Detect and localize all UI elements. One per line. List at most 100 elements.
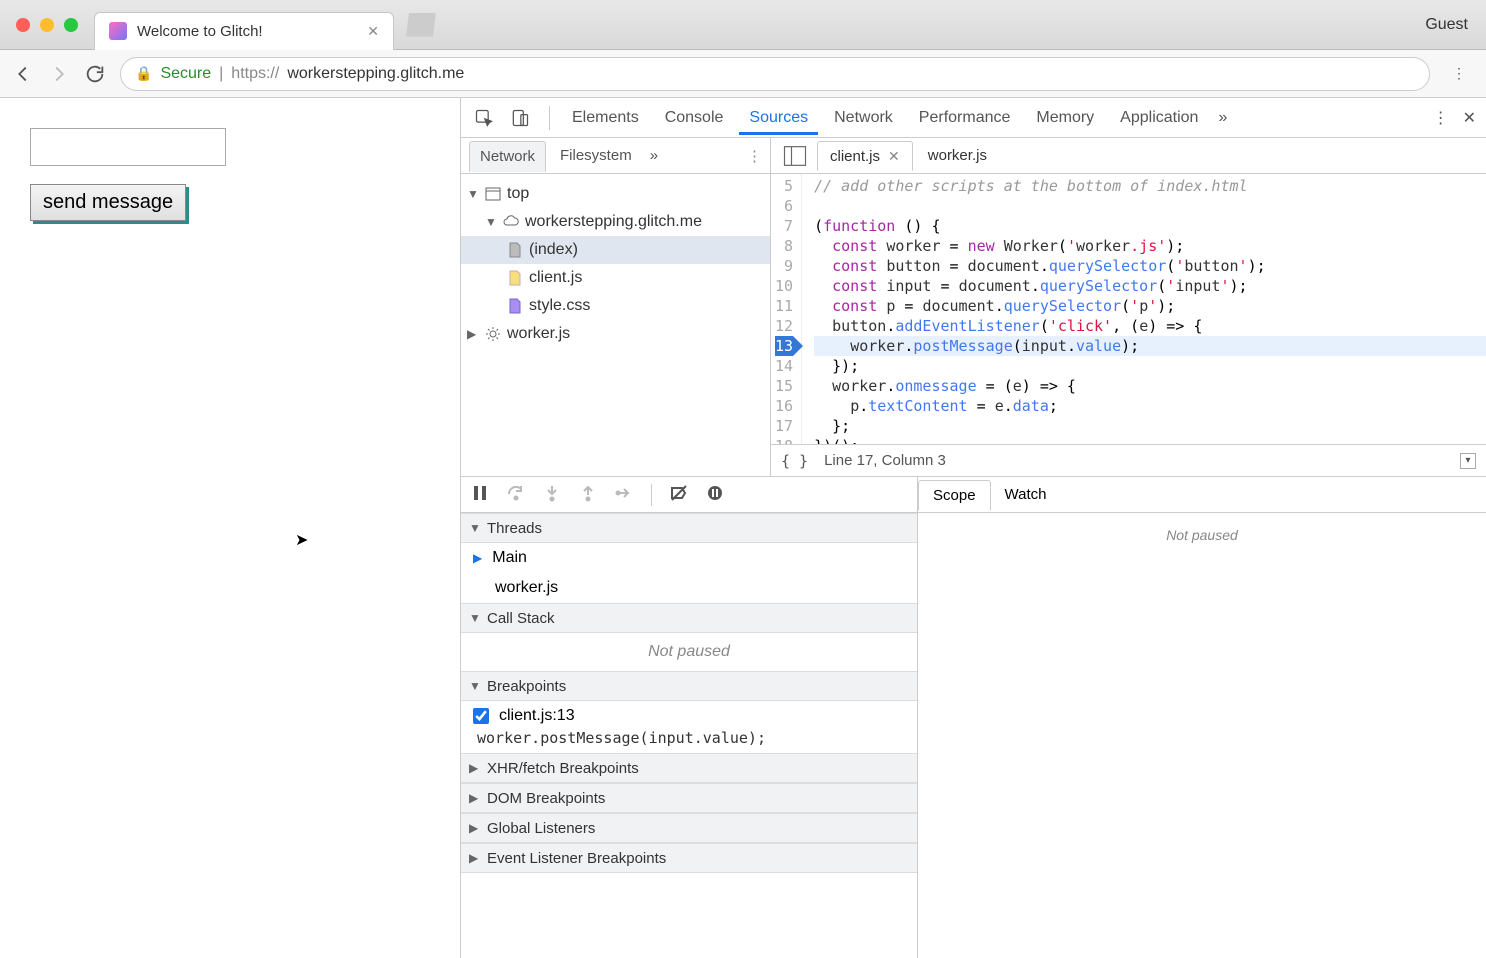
coverage-icon[interactable]: ▾: [1460, 453, 1476, 469]
sources-upper: Network Filesystem » ⋮ top workersteppin…: [461, 138, 1486, 476]
tab-console[interactable]: Console: [655, 101, 734, 135]
url-protocol: https://: [231, 65, 279, 83]
section-callstack[interactable]: Call Stack: [461, 603, 917, 633]
editor-tab-workerjs[interactable]: worker.js: [915, 141, 1000, 171]
page-viewport: send message ➤: [0, 98, 460, 958]
more-tabs-icon[interactable]: »: [1218, 109, 1227, 127]
section-xhr-breakpoints[interactable]: XHR/fetch Breakpoints: [461, 753, 917, 783]
tree-file-stylecss[interactable]: style.css: [461, 292, 770, 320]
favicon-icon: [109, 22, 127, 40]
thread-worker[interactable]: worker.js: [461, 573, 917, 603]
send-message-button[interactable]: send message: [30, 184, 186, 221]
step-over-icon[interactable]: [507, 484, 525, 505]
step-icon[interactable]: [615, 484, 633, 505]
breakpoint-checkbox[interactable]: [473, 708, 489, 724]
close-window-icon[interactable]: [16, 18, 30, 32]
scope-status: Not paused: [918, 513, 1486, 958]
code-editor[interactable]: 56789101112131415161718 // add other scr…: [771, 174, 1486, 444]
close-tab-icon[interactable]: ✕: [367, 23, 379, 40]
tree-file-clientjs[interactable]: client.js: [461, 264, 770, 292]
message-input[interactable]: [30, 128, 226, 166]
tab-application[interactable]: Application: [1110, 101, 1208, 135]
tab-scope[interactable]: Scope: [918, 480, 991, 511]
expand-icon[interactable]: [485, 215, 497, 229]
tree-top[interactable]: top: [461, 180, 770, 208]
pretty-print-icon[interactable]: { }: [781, 452, 808, 470]
navtab-network[interactable]: Network: [469, 141, 546, 172]
section-threads[interactable]: Threads: [461, 513, 917, 543]
section-breakpoints[interactable]: Breakpoints: [461, 671, 917, 701]
devtools-settings-icon[interactable]: ⋮: [1433, 108, 1449, 128]
breakpoint-code: worker.postMessage(input.value);: [473, 729, 905, 747]
toggle-navigator-icon[interactable]: [781, 142, 809, 170]
content: send message ➤ Elements Console Sources …: [0, 98, 1486, 958]
tree-domain[interactable]: workerstepping.glitch.me: [461, 208, 770, 236]
close-icon[interactable]: ✕: [888, 148, 900, 165]
debugger-left: Threads ▶Main worker.js Call Stack Not p…: [461, 477, 918, 958]
reload-button[interactable]: [84, 63, 106, 85]
section-global-listeners[interactable]: Global Listeners: [461, 813, 917, 843]
file-icon: [507, 242, 523, 258]
navbar: 🔒 Secure | https://workerstepping.glitch…: [0, 50, 1486, 98]
devtools: Elements Console Sources Network Perform…: [460, 98, 1486, 958]
browser-tab[interactable]: Welcome to Glitch! ✕: [94, 12, 394, 50]
tab-network[interactable]: Network: [824, 101, 903, 135]
separator: |: [219, 65, 223, 83]
debugger-right: Scope Watch Not paused: [918, 477, 1486, 958]
tab-performance[interactable]: Performance: [909, 101, 1021, 135]
tab-memory[interactable]: Memory: [1026, 101, 1104, 135]
titlebar: Welcome to Glitch! ✕ Guest: [0, 0, 1486, 50]
worker-icon: [485, 326, 501, 342]
zoom-window-icon[interactable]: [64, 18, 78, 32]
active-thread-icon: ▶: [473, 551, 482, 565]
tab-sources[interactable]: Sources: [739, 101, 818, 135]
navtab-more-icon[interactable]: »: [650, 147, 658, 164]
breakpoint-item[interactable]: client.js:13 worker.postMessage(input.va…: [461, 701, 917, 753]
navtab-filesystem[interactable]: Filesystem: [550, 141, 642, 170]
step-into-icon[interactable]: [543, 484, 561, 505]
file-tree: top workerstepping.glitch.me (index) cli…: [461, 174, 770, 476]
inspect-element-icon[interactable]: [471, 105, 497, 131]
tree-file-index[interactable]: (index): [461, 236, 770, 264]
cursor-icon: ➤: [295, 530, 308, 550]
devtools-close-icon[interactable]: ✕: [1463, 108, 1476, 128]
editor-tab-label: client.js: [830, 148, 880, 165]
tab-elements[interactable]: Elements: [562, 101, 649, 135]
back-button[interactable]: [12, 63, 34, 85]
device-toolbar-icon[interactable]: [507, 105, 533, 131]
editor-statusbar: { } Line 17, Column 3 ▾: [771, 444, 1486, 476]
tree-label: (index): [529, 241, 578, 259]
expand-icon[interactable]: [467, 187, 479, 201]
section-event-listeners[interactable]: Event Listener Breakpoints: [461, 843, 917, 873]
tab-title: Welcome to Glitch!: [137, 23, 263, 40]
css-file-icon: [507, 298, 523, 314]
chevron-right-icon: [469, 791, 481, 805]
pause-exceptions-icon[interactable]: [706, 484, 724, 505]
breakpoint-label: client.js:13: [499, 707, 575, 725]
minimize-window-icon[interactable]: [40, 18, 54, 32]
chevron-right-icon: [469, 851, 481, 865]
address-bar[interactable]: 🔒 Secure | https://workerstepping.glitch…: [120, 57, 1430, 91]
devtools-tabs: Elements Console Sources Network Perform…: [461, 98, 1486, 138]
callstack-status: Not paused: [461, 633, 917, 671]
separator: [549, 106, 550, 130]
window-controls: [0, 18, 94, 32]
editor-tab-clientjs[interactable]: client.js ✕: [817, 141, 913, 171]
secure-label: Secure: [160, 65, 211, 83]
tab-watch[interactable]: Watch: [991, 480, 1061, 509]
step-out-icon[interactable]: [579, 484, 597, 505]
thread-main[interactable]: ▶Main: [461, 543, 917, 573]
navigator-menu-icon[interactable]: ⋮: [747, 147, 762, 165]
new-tab-button[interactable]: [406, 13, 436, 37]
expand-icon[interactable]: [467, 327, 479, 341]
forward-button[interactable]: [48, 63, 70, 85]
deactivate-breakpoints-icon[interactable]: [670, 484, 688, 505]
profile-label[interactable]: Guest: [1425, 16, 1468, 34]
browser-menu-button[interactable]: ⋮: [1452, 65, 1466, 82]
pause-icon[interactable]: [471, 484, 489, 505]
tree-worker[interactable]: worker.js: [461, 320, 770, 348]
editor-tabs: client.js ✕ worker.js: [771, 138, 1486, 174]
separator: [651, 484, 652, 506]
section-dom-breakpoints[interactable]: DOM Breakpoints: [461, 783, 917, 813]
navigator-pane: Network Filesystem » ⋮ top workersteppin…: [461, 138, 771, 476]
